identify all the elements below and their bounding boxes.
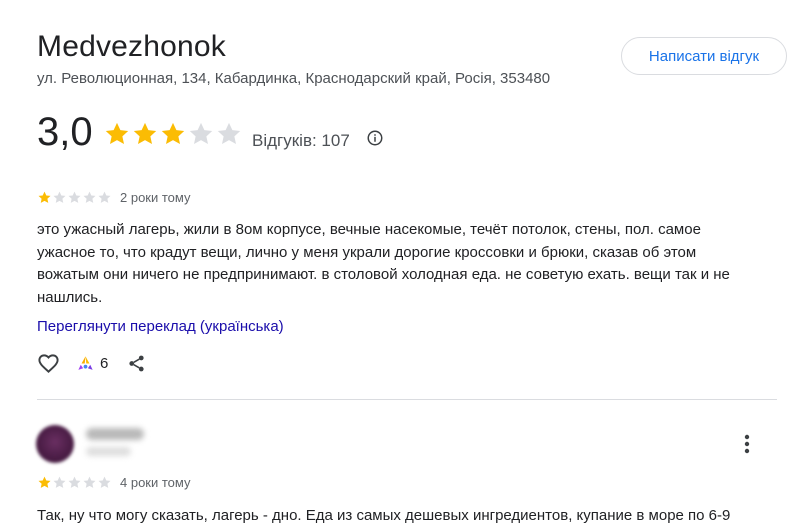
star-filled-icon: [161, 122, 185, 145]
star-filled-icon: [133, 122, 157, 145]
star-empty-icon: [68, 476, 81, 488]
avatar[interactable]: [36, 425, 74, 463]
star-filled-icon: [105, 122, 129, 145]
heart-icon[interactable]: [37, 352, 60, 375]
review-text: это ужасный лагерь, жили в 8ом корпусе, …: [37, 221, 730, 306]
info-icon[interactable]: [366, 129, 384, 147]
star-empty-icon: [53, 191, 66, 203]
author-meta: ███: [86, 447, 131, 456]
write-review-button[interactable]: Написати відгук: [621, 37, 787, 75]
like-hands-icon: [78, 356, 93, 370]
translate-link[interactable]: Переглянути переклад (українська): [37, 318, 284, 335]
divider: [37, 399, 777, 400]
likes[interactable]: 6: [76, 354, 108, 373]
review-text: Так, ну что могу сказать, лагерь - дно. …: [37, 507, 731, 524]
star-empty-icon: [189, 122, 213, 145]
star-empty-icon: [98, 476, 111, 488]
more-options-icon[interactable]: [737, 433, 757, 455]
share-icon[interactable]: [127, 354, 146, 373]
star-empty-icon: [217, 122, 241, 145]
star-filled-icon: [38, 191, 51, 203]
review-time: 2 роки тому: [120, 190, 191, 205]
star-empty-icon: [98, 191, 111, 203]
review-stars: [37, 475, 112, 490]
star-empty-icon: [83, 191, 96, 203]
star-empty-icon: [53, 476, 66, 488]
place-address: ул. Революционная, 134, Кабардинка, Крас…: [37, 70, 551, 87]
average-rating: 3,0: [37, 110, 93, 154]
reviews-count: Відгуків: 107: [252, 131, 350, 150]
likes-count: 6: [100, 355, 109, 372]
rating-stars: [103, 120, 243, 148]
review-time: 4 роки тому: [120, 475, 191, 490]
star-empty-icon: [68, 191, 81, 203]
star-empty-icon: [83, 476, 96, 488]
author-name[interactable]: ████: [86, 428, 144, 440]
star-filled-icon: [38, 476, 51, 488]
place-title: Medvezhonok: [37, 30, 226, 63]
review-stars: [37, 190, 112, 205]
